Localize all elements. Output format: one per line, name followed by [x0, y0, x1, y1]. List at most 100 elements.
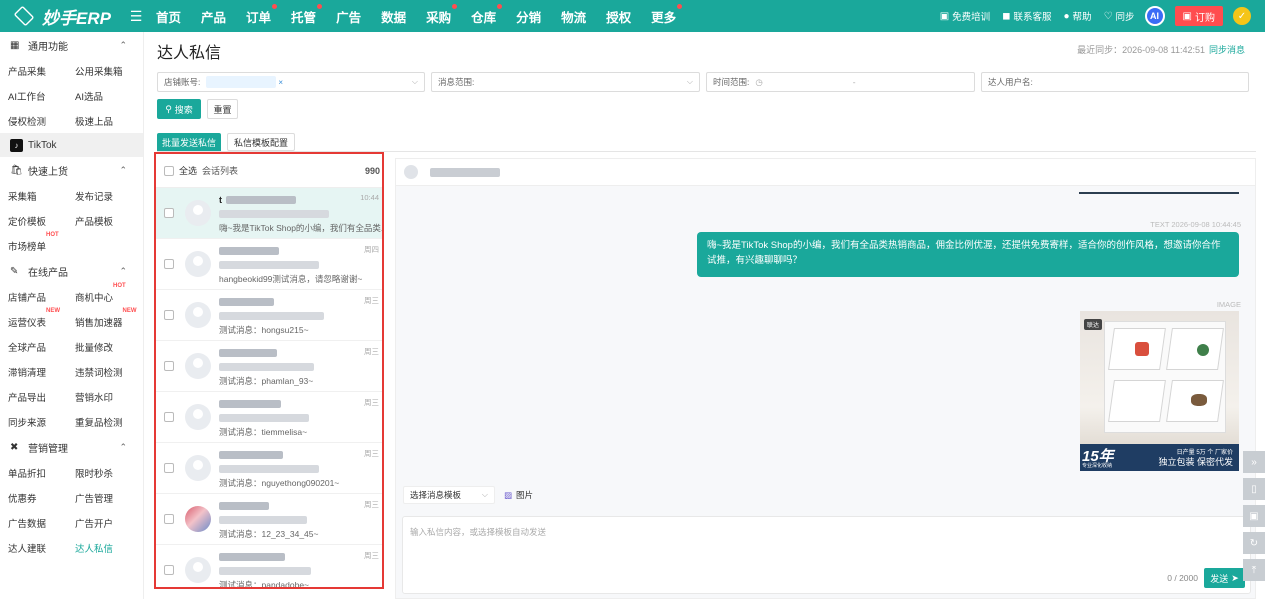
conversation-item[interactable]: 测试消息：12_23_34_45~ 周三 — [156, 494, 382, 545]
nav-purchase[interactable]: 采购 — [426, 3, 458, 26]
sidebar-group-common[interactable]: ▦ 通用功能 ⌃ — [0, 32, 143, 58]
sidebar-group-marketing[interactable]: ✖ 营销管理 ⌃ — [0, 434, 143, 460]
mobile-icon[interactable]: ▯ — [1243, 478, 1265, 500]
refresh-icon[interactable]: ↻ — [1243, 532, 1265, 554]
message-range-select[interactable]: 消息范围: ⌵ — [431, 72, 700, 92]
sidebar-group-online[interactable]: ✎ 在线产品 ⌃ — [0, 258, 143, 284]
collapse-icon[interactable]: » — [1243, 451, 1265, 473]
nav-more[interactable]: 更多 — [651, 3, 683, 26]
template-config-button[interactable]: 私信模板配置 — [227, 133, 295, 151]
conversation-item[interactable]: 测试消息：tiemmelisa~ 周三 — [156, 392, 382, 443]
sidebar-item[interactable]: 极速上品 — [67, 114, 134, 128]
feedback-icon[interactable]: ▣ — [1243, 505, 1265, 527]
image-tag: 联达 — [1084, 319, 1103, 330]
select-all-label[interactable]: 全选 — [179, 164, 197, 177]
sidebar-item-sales-booster[interactable]: 销售加速器 NEW — [67, 308, 137, 329]
conversation-item[interactable]: hangbeokid99测试消息，请忽略谢谢~ 周四 — [156, 239, 382, 290]
nav-ads[interactable]: 广告 — [336, 7, 361, 26]
row-checkbox[interactable] — [164, 361, 174, 371]
batch-send-button[interactable]: 批量发送私信 — [157, 133, 221, 151]
hamburger-icon[interactable]: ☰ — [124, 8, 148, 25]
service-link[interactable]: ◼ 联系客服 — [1002, 9, 1051, 24]
sidebar-item[interactable]: 采集箱 — [0, 189, 67, 203]
sidebar-item[interactable]: AI选品 — [67, 89, 134, 103]
message-input[interactable]: 输入私信内容，或选择模板自动发送 0 / 2000 发送 ➤ — [402, 516, 1251, 594]
sidebar-item[interactable]: 同步来源 — [0, 415, 67, 429]
search-button[interactable]: ⚲ 搜索 — [157, 99, 201, 119]
sidebar-item[interactable]: 产品导出 — [0, 390, 67, 404]
sidebar-item[interactable]: 重复品检测 — [67, 415, 134, 429]
sidebar-item[interactable]: 批量修改 — [67, 340, 134, 354]
sidebar-item[interactable]: 单品折扣 — [0, 466, 67, 480]
sidebar-item[interactable]: 侵权检测 — [0, 114, 67, 128]
back-to-top-icon[interactable]: ⤒ — [1243, 559, 1265, 581]
nav-distribution[interactable]: 分销 — [516, 7, 541, 26]
row-checkbox[interactable] — [164, 565, 174, 575]
sidebar-item[interactable]: 产品模板 — [67, 214, 134, 228]
sidebar-item[interactable]: AI工作台 — [0, 89, 67, 103]
row-checkbox[interactable] — [164, 463, 174, 473]
creator-username-input[interactable]: 达人用户名: — [981, 72, 1249, 92]
sidebar-item[interactable]: 产品采集 — [0, 64, 67, 78]
sidebar-item[interactable]: 违禁词检测 — [67, 365, 134, 379]
training-link[interactable]: ▣ 免费培训 — [940, 9, 990, 24]
sidebar-item-creator-dm[interactable]: 达人私信 — [67, 541, 134, 555]
sidebar-item-opportunity[interactable]: 商机中心 HOT — [67, 283, 134, 304]
message-template-select[interactable]: 选择消息模板 ⌵ — [403, 486, 495, 504]
nav-orders[interactable]: 订单 — [246, 3, 278, 26]
sync-messages-link[interactable]: 同步消息 — [1209, 45, 1245, 55]
sidebar-item-ops-dashboard[interactable]: 运营仪表 NEW — [0, 308, 67, 329]
insert-image-button[interactable]: ▨ 图片 — [504, 486, 533, 504]
sync-link[interactable]: ♡ 同步 — [1104, 9, 1135, 24]
nav-home[interactable]: 首页 — [156, 7, 181, 26]
order-button[interactable]: ▣ 订购 — [1174, 6, 1223, 26]
sidebar-item[interactable]: 滞销清理 — [0, 365, 67, 379]
row-checkbox[interactable] — [164, 412, 174, 422]
chevron-up-icon: ⌃ — [119, 164, 127, 175]
sidebar-item-market-rank[interactable]: 市场榜单 HOT — [0, 232, 67, 253]
sidebar-group-quick[interactable]: 🛍 快速上货 ⌃ — [0, 157, 143, 183]
user-avatar-icon[interactable]: ✓ — [1233, 7, 1251, 25]
conversation-item[interactable]: t 嗨~我是TikTok Shop的小编，我们有全品类... 10:44 — [156, 188, 382, 239]
sidebar-item[interactable]: 定价模板 — [0, 214, 67, 228]
row-checkbox[interactable] — [164, 310, 174, 320]
sidebar-item[interactable]: 全球产品 — [0, 340, 67, 354]
nav-warehouse[interactable]: 仓库 — [471, 3, 503, 26]
message-image[interactable]: 联达 15年 专业深化收纳 日产量 5万 个 厂家价 独立包装 保密代发 — [1080, 311, 1239, 471]
nav-logistics[interactable]: 物流 — [561, 7, 586, 26]
tag-close-icon[interactable]: × — [278, 78, 283, 87]
conversation-item[interactable]: 测试消息：nguyethong090201~ 周三 — [156, 443, 382, 494]
send-button[interactable]: 发送 ➤ — [1204, 568, 1245, 588]
help-link[interactable]: ● 帮助 — [1064, 9, 1092, 24]
select-all-checkbox[interactable] — [164, 165, 174, 176]
conversation-item[interactable]: 测试消息：pandadobe~ 周三 — [156, 545, 382, 587]
nav-managed[interactable]: 托管 — [291, 3, 323, 26]
row-checkbox[interactable] — [164, 208, 174, 218]
sidebar-item[interactable]: 广告管理 — [67, 491, 134, 505]
time-range-picker[interactable]: 时间范围: ◷ - — [706, 72, 975, 92]
platform-tiktok[interactable]: ♪ TikTok — [0, 133, 143, 157]
sidebar-item[interactable]: 发布记录 — [67, 189, 134, 203]
store-account-select[interactable]: 店铺账号: × ⌵ — [157, 72, 425, 92]
sidebar-item[interactable]: 公用采集箱 — [67, 64, 134, 78]
sidebar-item[interactable]: 达人建联 — [0, 541, 67, 555]
nav-products[interactable]: 产品 — [201, 7, 226, 26]
row-checkbox[interactable] — [164, 259, 174, 269]
conversation-item[interactable]: 测试消息：phamlan_93~ 周三 — [156, 341, 382, 392]
app-logo[interactable]: 妙手ERP — [0, 4, 120, 29]
reset-button[interactable]: 重置 — [207, 99, 238, 119]
nav-authorization[interactable]: 授权 — [606, 7, 631, 26]
row-checkbox[interactable] — [164, 514, 174, 524]
sidebar-item[interactable]: 限时秒杀 — [67, 466, 134, 480]
sidebar-item[interactable]: 店铺产品 — [0, 290, 67, 304]
sidebar-item[interactable]: 优惠券 — [0, 491, 67, 505]
chevron-up-icon: ⌃ — [119, 265, 127, 276]
conversation-item[interactable]: 测试消息：hongsu215~ 周三 — [156, 290, 382, 341]
store-tag[interactable] — [206, 76, 277, 88]
logo-text: 妙手ERP — [42, 8, 111, 28]
nav-data[interactable]: 数据 — [381, 7, 406, 26]
sidebar-item[interactable]: 营销水印 — [67, 390, 134, 404]
sidebar-item[interactable]: 广告开户 — [67, 516, 134, 530]
ai-assistant-button[interactable]: AI — [1144, 6, 1165, 26]
sidebar-item[interactable]: 广告数据 — [0, 516, 67, 530]
